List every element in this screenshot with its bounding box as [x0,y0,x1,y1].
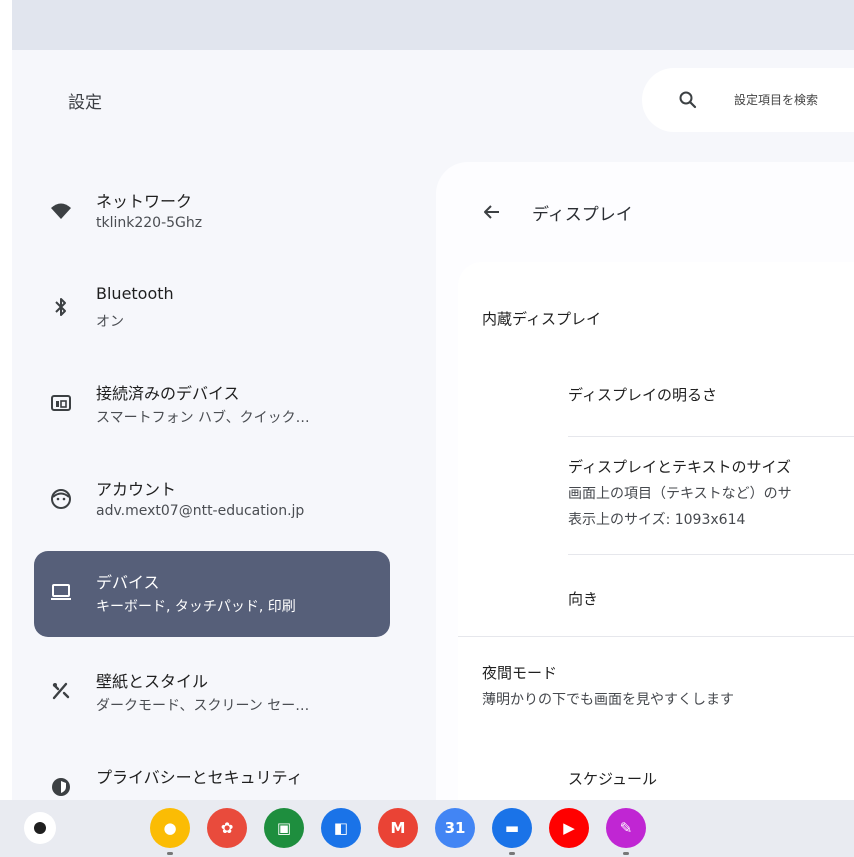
search-icon [679,91,697,109]
orientation-row[interactable]: 向き [568,588,854,609]
youtube-icon[interactable]: ▶ [549,808,589,848]
shield-icon [52,778,70,796]
connected-devices-icon [51,395,71,411]
sidebar-item-label: 壁紙とスタイル [96,672,209,691]
sidebar-item-label: デバイス [96,573,160,592]
search-placeholder: 設定項目を検索 [734,93,819,107]
app-icon-glyph: ◧ [333,819,349,837]
divider [568,436,854,437]
brightness-row[interactable]: ディスプレイの明るさ [568,384,854,405]
page-title: ディスプレイ [532,205,633,225]
calendar-icon[interactable]: 31 [435,808,475,848]
window-edge [0,0,12,800]
app-icon-glyph: ● [163,819,177,837]
search-box[interactable]: 設定項目を検索 [642,68,854,132]
back-arrow-icon[interactable] [482,202,502,222]
top-strip [0,0,854,50]
sidebar-item-privacy-security[interactable]: プライバシーとセキュリティ [34,746,390,800]
sidebar-item-label: アカウント [96,480,177,499]
sidebar-item-sublabel: オン [96,314,124,330]
app-icon-glyph: M [390,819,406,837]
launcher-button[interactable] [24,812,56,844]
display-size-description: 画面上の項目（テキストなど）のサ [568,486,792,502]
divider [568,554,854,555]
classroom-icon[interactable]: ▣ [264,808,304,848]
palette-icon [52,682,70,700]
docs-app-icon[interactable]: ◧ [321,808,361,848]
sidebar-item-sublabel: スマートフォン ハブ、クイック… [96,410,310,426]
sidebar-item-device[interactable]: デバイス キーボード, タッチパッド, 印刷 [34,551,390,637]
files-icon[interactable]: ▬ [492,808,532,848]
wifi-icon [51,203,71,219]
section-builtin-display: 内蔵ディスプレイ [482,310,601,328]
app-icon-glyph: 31 [444,819,466,837]
app-icon-glyph: ▶ [563,819,575,837]
schedule-label: スケジュール [568,770,657,788]
sidebar-item-label: 接続済みのデバイス [96,384,240,403]
sidebar-item-label: Bluetooth [96,284,174,303]
settings-window: 設定 設定項目を検索 ネットワーク tklink220-5Ghz Bluetoo… [12,50,854,800]
schedule-row[interactable]: スケジュール [568,768,854,789]
display-panel: ディスプレイ 内蔵ディスプレイ ディスプレイの明るさ ディスプレイとテキストのサ… [436,162,854,800]
brightness-label: ディスプレイの明るさ [568,386,717,404]
display-settings-card: 内蔵ディスプレイ ディスプレイの明るさ ディスプレイとテキストのサイズ 画面上の… [458,262,854,800]
app-title: 設定 [68,93,102,113]
night-mode-label: 夜間モード [482,664,558,682]
orientation-label: 向き [568,590,599,608]
account-icon [51,489,71,509]
sidebar-item-bluetooth[interactable]: Bluetooth オン [34,266,390,352]
display-size-resolution: 表示上のサイズ: 1093x614 [568,512,746,528]
app-icon-glyph: ✿ [220,819,234,837]
sidebar-item-connected-devices[interactable]: 接続済みのデバイス スマートフォン ハブ、クイック… [34,362,390,448]
bluetooth-icon [55,298,66,316]
sidebar-item-network[interactable]: ネットワーク tklink220-5Ghz [34,170,390,256]
divider [458,636,854,637]
sidebar-item-wallpaper-style[interactable]: 壁紙とスタイル ダークモード、スクリーン セー… [34,650,390,736]
sidebar-item-sublabel: adv.mext07@ntt-education.jp [96,503,305,519]
running-indicator [509,852,515,855]
app-icon-glyph: ▬ [504,819,520,837]
sidebar-item-sublabel: ダークモード、スクリーン セー… [96,698,310,714]
display-size-label: ディスプレイとテキストのサイズ [568,458,792,476]
gmail-icon[interactable]: M [378,808,418,848]
app-icon-glyph: ▣ [276,819,292,837]
display-size-row[interactable]: ディスプレイとテキストのサイズ 画面上の項目（テキストなど）のサ 表示上のサイズ… [568,456,854,529]
sidebar-item-label: ネットワーク [96,192,193,211]
canvas-icon[interactable]: ✿ [207,808,247,848]
sidebar-item-account[interactable]: アカウント adv.mext07@ntt-education.jp [34,458,390,544]
running-indicator [167,852,173,855]
notes-app-icon[interactable]: ✎ [606,808,646,848]
night-mode-description: 薄明かりの下でも画面を見やすくします [482,692,734,708]
sidebar-item-sublabel: キーボード, タッチパッド, 印刷 [96,599,296,615]
running-indicator [623,852,629,855]
sidebar-item-label: プライバシーとセキュリティ [96,768,303,787]
sidebar-item-sublabel: tklink220-5Ghz [96,215,203,231]
chrome-icon[interactable]: ● [150,808,190,848]
shelf: ● ✿ ▣ ◧ M 31 ▬ ▶ ✎ [0,800,854,857]
app-icon-glyph: ✎ [619,819,633,837]
laptop-icon [51,584,71,600]
